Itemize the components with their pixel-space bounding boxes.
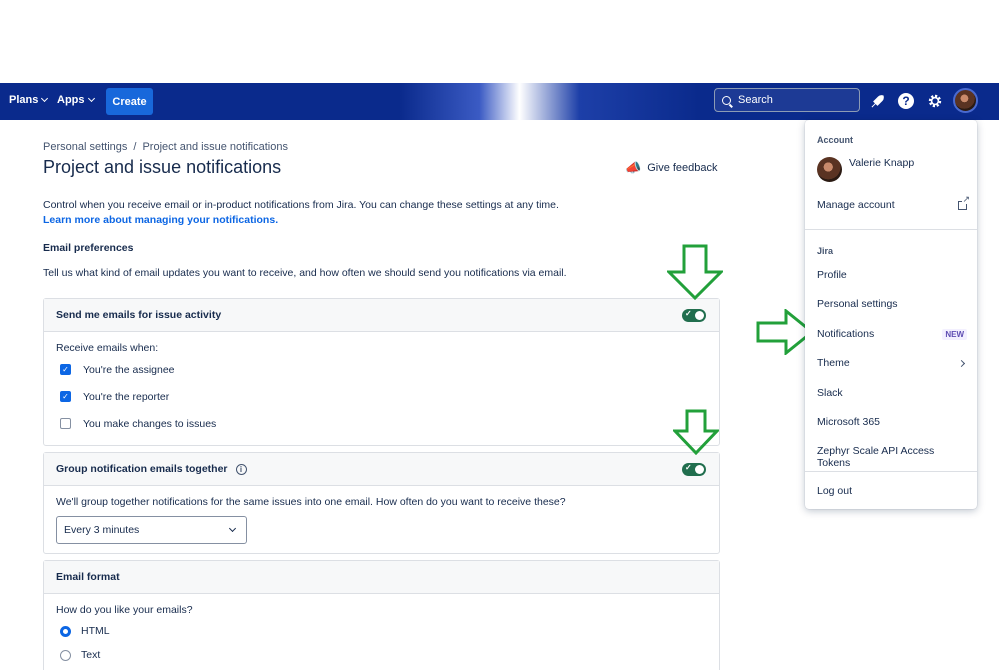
reporter-label: You're the reporter [83,390,170,403]
menu-item-theme[interactable]: Theme [817,357,967,369]
text-label: Text [81,649,101,661]
menu-item-theme-label: Theme [817,357,850,369]
checkbox-row-reporter[interactable]: ✓ You're the reporter [56,383,707,410]
assignee-checkbox[interactable]: ✓ [60,364,71,375]
email-format-question: How do you like your emails? [56,604,193,616]
intro-text: Control when you receive email or in-pro… [43,198,603,228]
issue-activity-title: Send me emails for issue activity [56,309,222,321]
grouping-panel: Group notification emails together i ✓ W… [43,452,720,554]
check-icon: ✓ [685,463,692,472]
menu-item-personal-settings-label: Personal settings [817,298,898,310]
email-format-title: Email format [56,571,120,583]
create-button[interactable]: Create [106,88,153,115]
plans-menu[interactable]: Plans [9,94,49,106]
menu-item-logout-label: Log out [817,485,853,497]
help-icon[interactable]: ? [896,91,916,111]
chevron-right-icon [957,359,966,367]
email-preferences-description: Tell us what kind of email updates you w… [43,267,567,279]
top-navigation-bar: Plans Apps Create Search ? [0,83,999,120]
text-radio[interactable] [60,649,71,661]
menu-item-zephyr-tokens-label: Zephyr Scale API Access Tokens [817,445,935,469]
give-feedback-label: Give feedback [647,162,718,174]
grouping-frequency-select[interactable]: Every 3 minutes [56,516,247,544]
menu-item-microsoft-365[interactable]: Microsoft 365 [817,416,967,428]
plans-label: Plans [9,94,39,106]
apps-label: Apps [57,94,85,106]
email-format-header: Email format [44,561,719,594]
annotation-arrow-down-2 [673,409,719,455]
breadcrumb: Personal settings / Project and issue noti… [43,141,288,153]
annotation-arrow-down-1 [667,244,723,300]
manage-account-label: Manage account [817,199,895,211]
issue-activity-body: Receive emails when: ✓ You're the assign… [44,332,719,447]
user-name: Valerie Knapp [849,157,915,169]
menu-divider [805,229,977,230]
jira-section-title: Jira [817,246,834,256]
menu-item-notifications[interactable]: Notifications NEW [817,328,967,340]
grouping-description: We'll group together notifications for t… [56,496,566,508]
grouping-frequency-value: Every 3 minutes [64,524,140,536]
menu-item-microsoft-365-label: Microsoft 365 [817,416,881,428]
user-avatar [817,157,842,182]
menu-item-logout[interactable]: Log out [817,485,967,497]
external-link-icon [958,194,970,210]
menu-item-zephyr-tokens[interactable]: Zephyr Scale API Access Tokens [817,445,967,469]
email-format-body: How do you like your emails? HTML Text [44,594,719,670]
receive-emails-label: Receive emails when: [56,342,159,354]
new-badge: NEW [942,328,967,340]
issue-activity-toggle[interactable]: ✓ [682,309,706,322]
radio-row-html[interactable]: HTML [56,619,707,643]
info-icon[interactable]: i [235,463,247,475]
learn-more-link[interactable]: Learn more about managing your notificat… [43,214,278,226]
email-preferences-heading: Email preferences [43,242,134,254]
menu-divider [805,471,977,472]
search-icon [722,95,731,105]
intro-description: Control when you receive email or in-pro… [43,199,559,211]
give-feedback-button[interactable]: 📣 Give feedback [625,160,718,176]
settings-gear-icon[interactable] [925,91,945,111]
page-title: Project and issue notifications [43,157,282,177]
profile-avatar[interactable] [953,88,978,113]
grouping-title: Group notification emails together [56,463,228,475]
radio-row-text[interactable]: Text [56,643,707,667]
search-input[interactable]: Search [714,88,860,112]
profile-dropdown-menu: Account Valerie Knapp Manage account Jir… [805,120,977,509]
notifications-rocket-icon[interactable] [867,91,887,111]
menu-item-profile[interactable]: Profile [817,269,967,281]
grouping-toggle[interactable]: ✓ [682,463,706,476]
megaphone-icon: 📣 [625,160,642,175]
changes-label: You make changes to issues [83,417,217,430]
chevron-down-icon [87,94,95,103]
checkbox-row-changes[interactable]: You make changes to issues [56,410,707,437]
menu-item-notifications-label: Notifications [817,328,875,340]
html-radio[interactable] [60,625,71,637]
changes-checkbox[interactable] [60,418,71,429]
check-icon: ✓ [685,309,692,318]
account-section-title: Account [817,135,853,145]
manage-account-item[interactable]: Manage account [817,194,970,211]
chevron-down-icon [228,524,237,533]
breadcrumb-personal-settings[interactable]: Personal settings [43,141,127,153]
menu-item-slack[interactable]: Slack [817,387,967,399]
issue-activity-panel: Send me emails for issue activity ✓ Rece… [43,298,720,446]
menu-item-personal-settings[interactable]: Personal settings [817,298,967,310]
menu-item-profile-label: Profile [817,269,847,281]
issue-activity-header: Send me emails for issue activity ✓ [44,299,719,332]
apps-menu[interactable]: Apps [57,94,95,106]
menu-item-slack-label: Slack [817,387,843,399]
breadcrumb-separator: / [133,141,137,153]
chevron-down-icon [41,94,49,103]
email-format-panel: Email format How do you like your emails… [43,560,720,670]
grouping-header: Group notification emails together i ✓ [44,453,719,486]
assignee-label: You're the assignee [83,363,175,376]
breadcrumb-current[interactable]: Project and issue notifications [142,141,288,153]
checkbox-row-assignee[interactable]: ✓ You're the assignee [56,356,707,383]
html-label: HTML [81,625,110,637]
search-placeholder: Search [738,94,773,106]
grouping-body: We'll group together notifications for t… [44,486,719,554]
reporter-checkbox[interactable]: ✓ [60,391,71,402]
